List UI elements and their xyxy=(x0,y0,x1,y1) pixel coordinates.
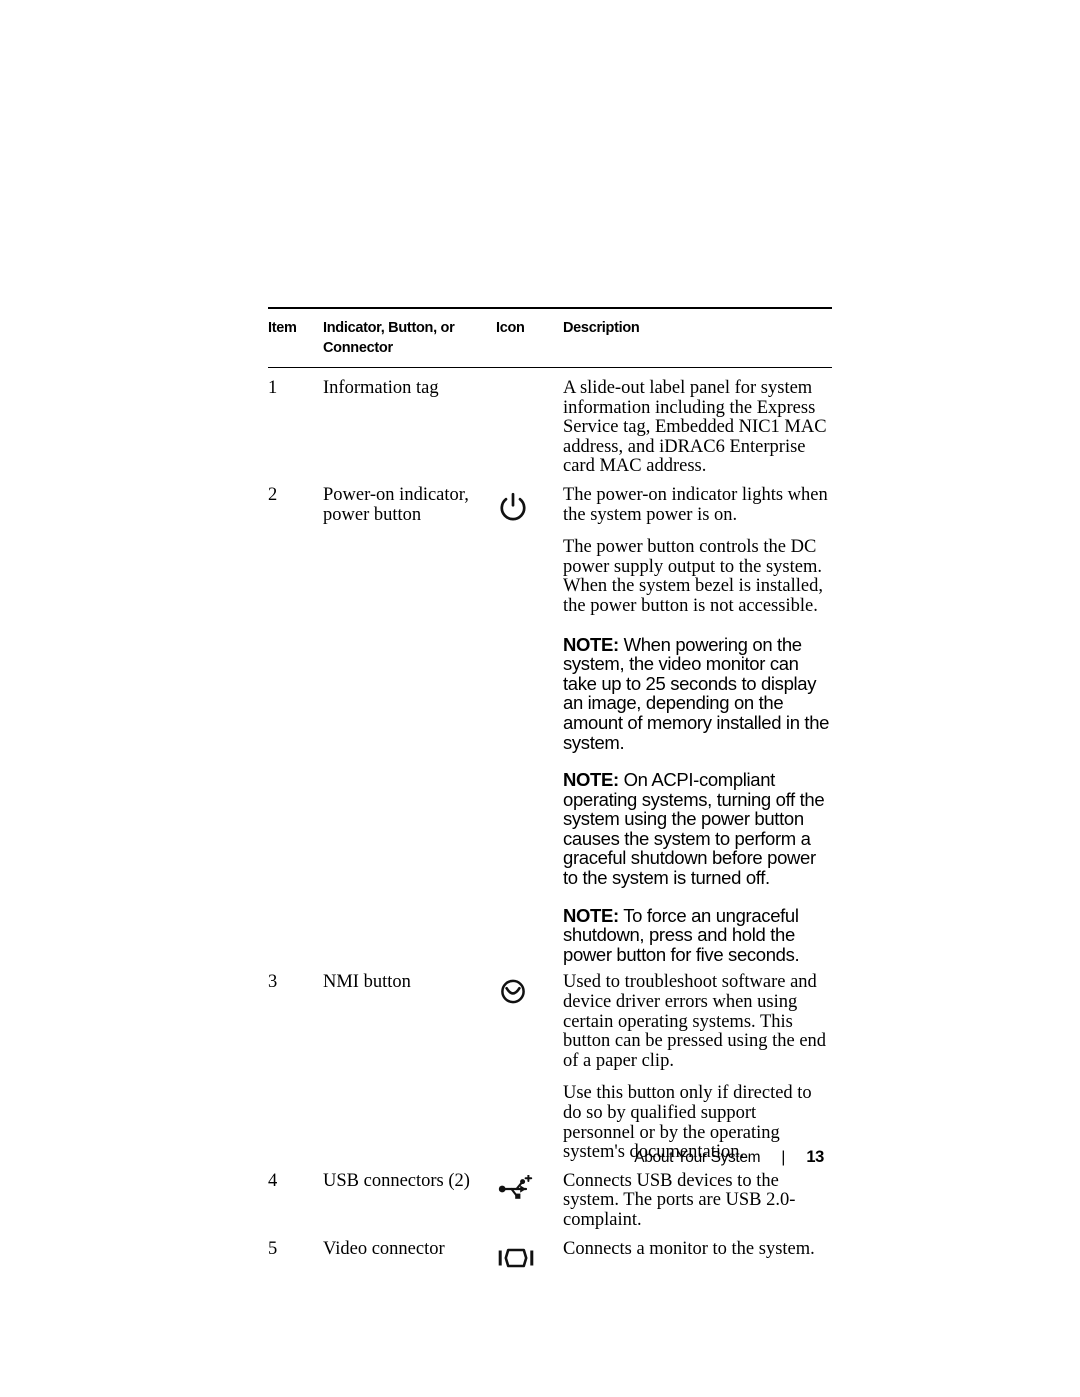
column-header-description: Description xyxy=(563,320,640,336)
video-icon xyxy=(496,1243,536,1277)
description-paragraph: The power button controls the DC power s… xyxy=(563,537,823,616)
row-description: The power-on indicator lights when the s… xyxy=(563,477,832,964)
power-icon xyxy=(496,489,536,523)
row-label-line1: Video connector xyxy=(323,1238,445,1259)
document-page: Item Indicator, Button, or Connector Ico… xyxy=(0,0,1080,1397)
footer-separator: | xyxy=(781,1149,785,1166)
row-icon-cell xyxy=(496,477,563,964)
page-number: 13 xyxy=(806,1148,824,1166)
note-block: NOTE: On ACPI-compliant operating system… xyxy=(563,770,832,888)
row-icon-cell xyxy=(496,1231,563,1277)
row-label-line1: USB connectors (2) xyxy=(323,1170,470,1191)
description-paragraph: Connects a monitor to the system. xyxy=(563,1238,815,1259)
note-label: NOTE: xyxy=(563,633,619,655)
row-label-line1: Information tag xyxy=(323,378,439,398)
row-label: NMI button xyxy=(323,964,496,1162)
table-row: 5 Video connector Connects a monitor to … xyxy=(268,1231,832,1277)
row-item-number: 1 xyxy=(268,378,278,398)
note-label: NOTE: xyxy=(563,769,619,791)
column-header-connector: Indicator, Button, or Connector xyxy=(323,309,496,367)
description-paragraph: The power-on indicator lights when the s… xyxy=(563,484,828,525)
column-header-icon: Icon xyxy=(496,320,525,336)
row-description: Connects USB devices to the system. The … xyxy=(563,1163,832,1231)
description-paragraph: A slide-out label panel for system infor… xyxy=(563,378,827,477)
usb-icon xyxy=(496,1174,536,1209)
table-row: 3 NMI button Used to troubleshoot softwa… xyxy=(268,964,832,1162)
note-block: NOTE: When powering on the system, the v… xyxy=(563,633,832,753)
row-item-number: 4 xyxy=(268,1170,278,1191)
description-paragraph: Used to troubleshoot software and device… xyxy=(563,972,827,1071)
row-description: Connects a monitor to the system. xyxy=(563,1231,832,1277)
column-header-item: Item xyxy=(268,320,297,336)
column-header-connector-line2: Connector xyxy=(323,340,393,356)
note-block: NOTE: To force an ungraceful shutdown, p… xyxy=(563,904,832,965)
row-description: A slide-out label panel for system infor… xyxy=(563,368,832,477)
specification-table: Item Indicator, Button, or Connector Ico… xyxy=(268,307,832,1277)
description-paragraph: Connects USB devices to the system. The … xyxy=(563,1170,796,1230)
table-row: 4 USB connectors (2) Connects USB device… xyxy=(268,1163,832,1231)
row-description: Used to troubleshoot software and device… xyxy=(563,964,832,1162)
row-icon-cell xyxy=(496,1163,563,1231)
row-icon-cell xyxy=(496,368,563,477)
row-item-number: 5 xyxy=(268,1238,278,1259)
row-label-line1: NMI button xyxy=(323,972,411,993)
nmi-icon xyxy=(496,976,536,1010)
table-row: 1 Information tag A slide-out label pane… xyxy=(268,368,832,477)
row-item-number: 3 xyxy=(268,972,278,993)
footer-section-label: About Your System xyxy=(634,1149,761,1166)
row-icon-cell xyxy=(496,964,563,1162)
row-label-line1: Power-on indicator, xyxy=(323,484,469,505)
row-label: USB connectors (2) xyxy=(323,1163,496,1231)
page-footer: About Your System | 13 xyxy=(268,1148,832,1172)
column-header-connector-line1: Indicator, Button, or xyxy=(323,320,455,336)
row-label: Video connector xyxy=(323,1231,496,1277)
table-row: 2 Power-on indicator, power button The p… xyxy=(268,477,832,964)
row-label-line2: power button xyxy=(323,504,422,525)
table-header-row: Item Indicator, Button, or Connector Ico… xyxy=(268,309,832,367)
row-label: Power-on indicator, power button xyxy=(323,477,496,964)
row-label: Information tag xyxy=(323,368,496,477)
table: Item Indicator, Button, or Connector Ico… xyxy=(268,309,832,1277)
row-item-number: 2 xyxy=(268,484,278,505)
note-label: NOTE: xyxy=(563,904,619,926)
